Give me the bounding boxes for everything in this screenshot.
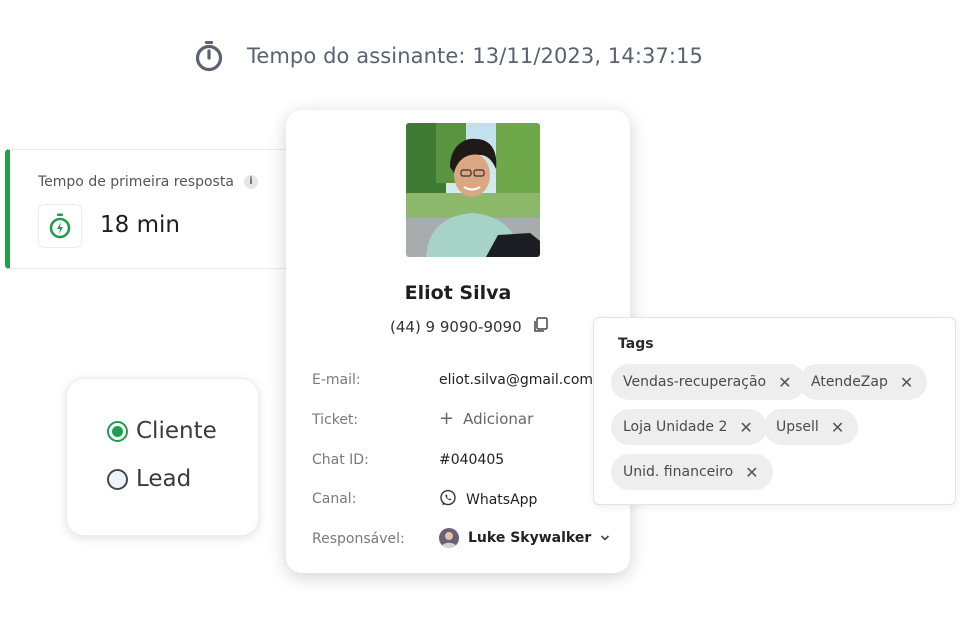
ticket-label: Ticket: <box>312 412 359 428</box>
tag-label: Vendas-recuperação <box>623 374 767 390</box>
info-icon[interactable]: i <box>243 175 258 189</box>
contact-type-card: Cliente Lead <box>66 378 259 536</box>
add-ticket-label: Adicionar <box>463 410 534 428</box>
email-value: eliot.silva@gmail.com <box>439 372 594 388</box>
tags-title: Tags <box>618 336 654 352</box>
first-response-title: Tempo de primeira resposta <box>38 174 234 190</box>
stopwatch-icon <box>193 40 225 72</box>
tags-card: Tags Vendas-recuperação ✕ AtendeZap ✕ Lo… <box>593 317 956 505</box>
channel-value: WhatsApp <box>466 492 538 508</box>
channel-value-row: WhatsApp <box>439 489 537 511</box>
tag-label: Upsell <box>776 419 819 435</box>
copy-icon[interactable] <box>532 317 548 337</box>
timer-lightning-icon <box>38 204 82 248</box>
tag-chip: AtendeZap ✕ <box>799 364 928 400</box>
subscriber-time-label: Tempo do assinante: 13/11/2023, 14:37:15 <box>247 44 704 68</box>
radio-option-cliente[interactable]: Cliente <box>107 418 217 444</box>
owner-value: Luke Skywalker <box>468 530 592 546</box>
contact-card: Eliot Silva (44) 9 9090-9090 E-mail: eli… <box>286 110 630 573</box>
tag-chip: Unid. financeiro ✕ <box>611 454 773 490</box>
radio-selected-icon[interactable] <box>107 420 128 442</box>
tag-chip: Loja Unidade 2 ✕ <box>611 409 767 445</box>
owner-avatar <box>439 528 459 548</box>
radio-label: Cliente <box>136 418 217 444</box>
subscriber-time: Tempo do assinante: 13/11/2023, 14:37:15 <box>193 38 703 74</box>
chevron-down-icon <box>600 530 610 546</box>
contact-name: Eliot Silva <box>404 282 512 304</box>
owner-label: Responsável: <box>312 531 405 547</box>
first-response-card: Tempo de primeira resposta i 18 min <box>5 149 286 269</box>
radio-unselected-icon[interactable] <box>107 468 128 490</box>
first-response-title-row: Tempo de primeira resposta i <box>38 174 258 190</box>
chat-id-label: Chat ID: <box>312 452 369 468</box>
radio-option-lead[interactable]: Lead <box>107 466 191 492</box>
radio-label: Lead <box>136 466 192 492</box>
add-ticket-button[interactable]: + Adicionar <box>439 408 534 429</box>
close-icon[interactable]: ✕ <box>778 373 791 392</box>
contact-phone: (44) 9 9090-9090 <box>390 318 522 336</box>
contact-photo <box>406 123 540 257</box>
tag-chip: Upsell ✕ <box>764 409 859 445</box>
email-label: E-mail: <box>312 372 361 388</box>
channel-label: Canal: <box>312 491 357 507</box>
plus-icon: + <box>439 408 455 429</box>
owner-dropdown[interactable]: Luke Skywalker <box>439 528 610 548</box>
tag-label: Unid. financeiro <box>623 464 734 480</box>
chat-id-value: #040405 <box>439 452 505 468</box>
close-icon[interactable]: ✕ <box>745 463 758 482</box>
tag-chip: Vendas-recuperação ✕ <box>611 364 806 400</box>
contact-phone-row: (44) 9 9090-9090 <box>390 317 548 337</box>
close-icon[interactable]: ✕ <box>739 418 752 437</box>
whatsapp-icon <box>439 489 457 511</box>
close-icon[interactable]: ✕ <box>831 418 844 437</box>
tag-label: Loja Unidade 2 <box>623 419 728 435</box>
first-response-value: 18 min <box>100 212 180 238</box>
tag-label: AtendeZap <box>811 374 888 390</box>
close-icon[interactable]: ✕ <box>900 373 913 392</box>
